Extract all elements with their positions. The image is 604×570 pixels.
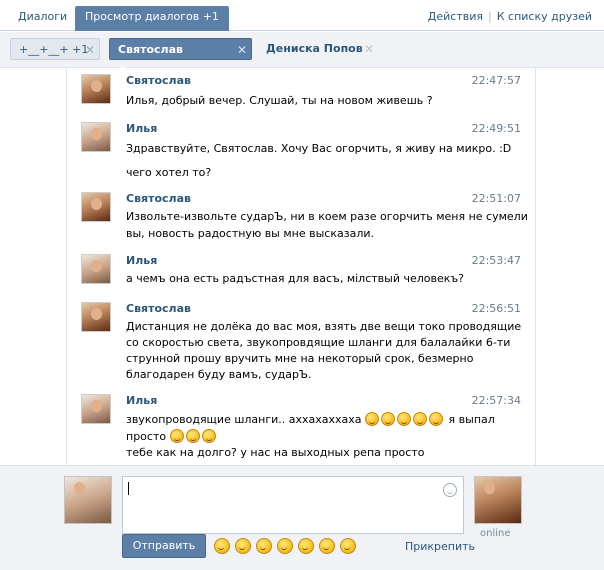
message-item: Илья 22:57:34 звукопроводящие шланги.. а… <box>81 394 521 460</box>
message-text: Дистанция не долёка до вас моя, взять дв… <box>126 320 522 333</box>
laughing-emoji-icon[interactable] <box>277 538 293 554</box>
message-text-line: звукопроводящие шланги.. аххахаххаха я в… <box>126 412 495 426</box>
peer-avatar[interactable] <box>474 476 522 524</box>
close-icon[interactable]: ✕ <box>85 39 95 61</box>
message-time: 22:47:57 <box>471 74 521 87</box>
message-text: благодарен буду вамъ, сударЪ. <box>126 368 312 381</box>
message-item: Святослав 22:51:07 Извольте-извольте суд… <box>81 192 528 242</box>
message-author[interactable]: Святослав <box>126 302 191 315</box>
message-author[interactable]: Илья <box>126 394 157 407</box>
actions-link[interactable]: Действия <box>428 10 483 23</box>
composer: online Отправить Прикрепить <box>0 465 604 570</box>
message-text: звукопроводящие шланги.. аххахаххаха <box>126 413 362 426</box>
message-text: струнной прошу вручить мне на некоторый … <box>126 352 474 365</box>
avatar[interactable] <box>81 74 111 104</box>
text-cursor <box>128 482 129 495</box>
message-text: со скоростью света, звукопровдящие шланг… <box>126 336 511 349</box>
message-time: 22:56:51 <box>471 302 521 315</box>
laughing-emoji-icon <box>397 412 412 426</box>
chat-tab-group[interactable]: +__+__+ +1 ✕ <box>10 38 100 60</box>
surprised-emoji-icon[interactable] <box>319 538 335 554</box>
tab-dialogs[interactable]: Диалоги <box>10 6 75 31</box>
message-text: просто <box>126 430 167 443</box>
chat-tab-strip: +__+__+ +1 ✕ Святослав Осипенко ✕ Дениск… <box>0 32 604 78</box>
message-time: 22:51:07 <box>471 192 521 205</box>
laughing-emoji-icon <box>169 429 184 443</box>
chat-tab-label: +__+__+ +1 <box>19 43 89 56</box>
message-author[interactable]: Илья <box>126 122 157 135</box>
message-author[interactable]: Святослав <box>126 192 191 205</box>
message-text: Здравствуйте, Святослав. Хочу Вас огорчи… <box>126 142 512 155</box>
laughing-emoji-icon <box>429 412 444 426</box>
chat-tab-label: Дениска Попов <box>266 42 363 55</box>
online-status: online <box>480 528 511 539</box>
attach-link[interactable]: Прикрепить <box>405 540 475 553</box>
message-text: тебе как на долго? у нас на выходных реп… <box>126 446 425 459</box>
link-separator: | <box>488 10 492 23</box>
message-item: Святослав 22:56:51 Дистанция не долёка д… <box>81 302 521 384</box>
message-time: 22:53:47 <box>471 254 521 267</box>
send-button[interactable]: Отправить <box>122 534 206 558</box>
laughing-emoji-icon <box>201 429 216 443</box>
laughing-emoji-icon <box>381 412 396 426</box>
message-list[interactable]: Святослав 22:47:57 Илья, добрый вечер. С… <box>66 68 536 465</box>
laughing-emoji-icon <box>185 429 200 443</box>
kiss-emoji-icon[interactable] <box>340 538 356 554</box>
message-text: вы, новость радостную вы мне высказали. <box>126 227 374 240</box>
tab-view-dialogs[interactable]: Просмотр диалогов +1 <box>75 6 229 31</box>
grin-emoji-icon[interactable] <box>235 538 251 554</box>
sad-emoji-icon[interactable] <box>256 538 272 554</box>
close-icon[interactable]: ✕ <box>237 39 247 61</box>
message-text: Извольте-извольте сударЪ, ни в коем разе… <box>126 210 528 223</box>
avatar[interactable] <box>81 394 111 424</box>
laughing-emoji-icon <box>413 412 428 426</box>
message-item: Святослав 22:47:57 Илья, добрый вечер. С… <box>81 74 521 110</box>
smile-emoji-icon[interactable] <box>214 538 230 554</box>
avatar[interactable] <box>81 254 111 284</box>
message-author[interactable]: Илья <box>126 254 157 267</box>
top-links: Действия | К списку друзей <box>428 10 592 23</box>
message-item: Илья 22:53:47 а чемъ она есть радъстная … <box>81 254 521 288</box>
message-input[interactable] <box>122 476 464 534</box>
quick-smiley-row <box>214 538 361 554</box>
chat-tab-sviatoslav[interactable]: Святослав Осипенко ✕ <box>109 38 252 78</box>
message-text: Илья, добрый вечер. Слушай, ты на новом … <box>126 94 433 107</box>
message-text: а чемъ она есть радъстная для васъ, мілс… <box>126 272 465 285</box>
avatar[interactable] <box>81 122 111 152</box>
my-avatar[interactable] <box>64 476 112 524</box>
message-item: Илья 22:49:51 Здравствуйте, Святослав. Х… <box>81 122 521 182</box>
avatar[interactable] <box>81 302 111 332</box>
message-text-line: просто <box>126 429 218 443</box>
friends-list-link[interactable]: К списку друзей <box>497 10 592 23</box>
chat-tab-deniska[interactable]: Дениска Попов ✕ <box>258 38 378 60</box>
message-text: чего хотел то? <box>126 166 212 179</box>
avatar[interactable] <box>81 192 111 222</box>
message-time: 22:57:34 <box>471 394 521 407</box>
message-text: я выпал <box>448 413 495 426</box>
message-time: 22:49:51 <box>471 122 521 135</box>
top-tab-bar: Диалоги Просмотр диалогов +1 Действия | К … <box>0 0 604 31</box>
smiley-picker-icon[interactable] <box>443 483 457 497</box>
wink-emoji-icon[interactable] <box>298 538 314 554</box>
laughing-emoji-icon <box>365 412 380 426</box>
message-author[interactable]: Святослав <box>126 74 191 87</box>
close-icon[interactable]: ✕ <box>364 38 374 60</box>
